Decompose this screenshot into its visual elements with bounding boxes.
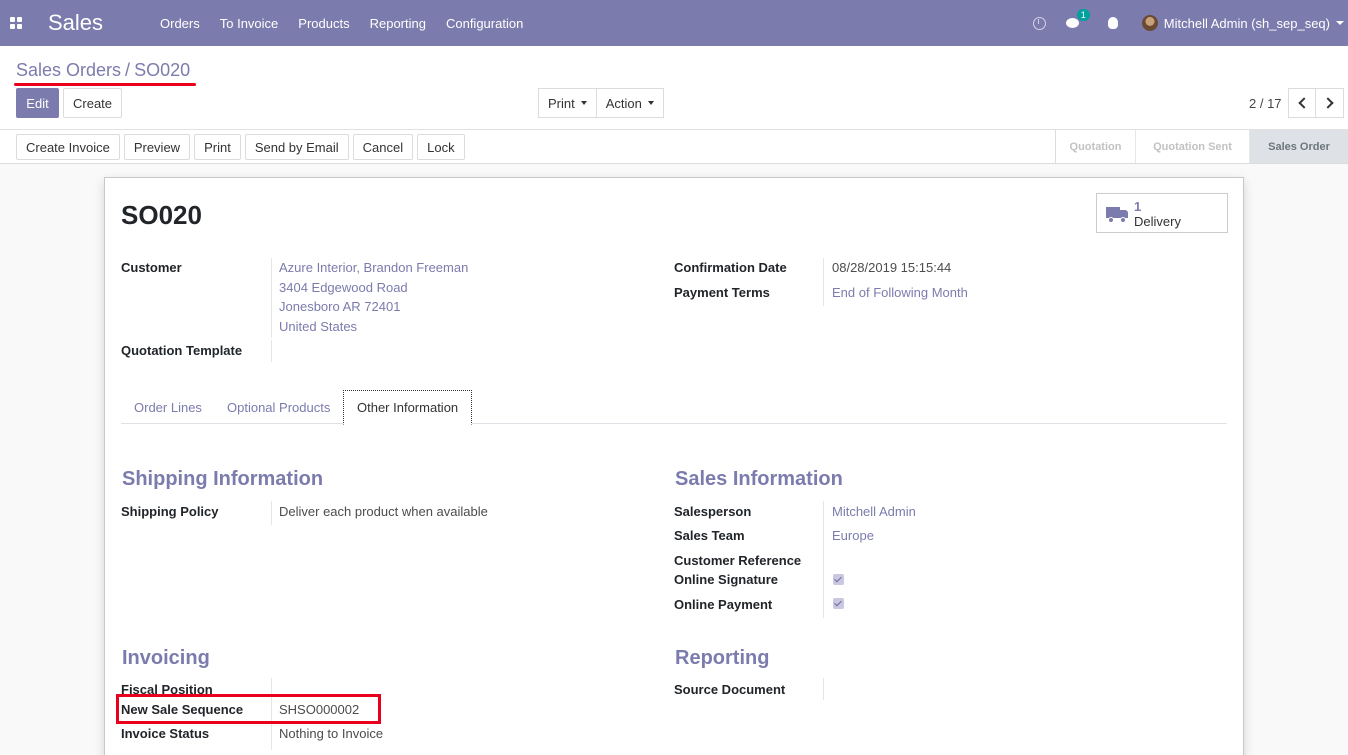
- create-button[interactable]: Create: [63, 88, 123, 118]
- source-document-label: Source Document: [674, 682, 786, 697]
- apps-grid-icon[interactable]: [10, 17, 22, 29]
- activity-clock-icon[interactable]: [1032, 16, 1046, 30]
- shipping-information-title: Shipping Information: [122, 468, 324, 490]
- statusbar: Create Invoice Preview Print Send by Ema…: [0, 130, 1348, 164]
- payment-terms-link[interactable]: End of Following Month: [832, 285, 968, 300]
- chat-badge: 1: [1076, 9, 1090, 21]
- invoice-status-label: Invoice Status: [121, 726, 210, 741]
- field-divider: [823, 258, 824, 306]
- menu-orders[interactable]: Orders: [160, 16, 200, 31]
- stage-quotation[interactable]: Quotation: [1056, 130, 1136, 163]
- chat-icon[interactable]: 1: [1065, 9, 1090, 29]
- chevron-right-icon: [1322, 97, 1334, 109]
- edit-button[interactable]: Edit: [16, 88, 59, 118]
- confirmation-date-value: 08/28/2019 15:15:44: [832, 260, 952, 275]
- create-invoice-button[interactable]: Create Invoice: [16, 134, 120, 160]
- invoice-status-value: Nothing to Invoice: [279, 726, 384, 741]
- confirmation-date-label: Confirmation Date: [674, 260, 787, 275]
- lock-button[interactable]: Lock: [417, 134, 465, 160]
- highlight-underline: [14, 83, 196, 86]
- customer-label: Customer: [121, 260, 182, 275]
- top-navbar: Sales Orders To Invoice Products Reporti…: [0, 0, 1348, 46]
- pager-next-button[interactable]: [1316, 88, 1344, 118]
- print-button[interactable]: Print: [194, 134, 241, 160]
- sales-team-label: Sales Team: [674, 528, 745, 543]
- chevron-left-icon: [1297, 97, 1310, 109]
- salesperson-link[interactable]: Mitchell Admin: [832, 504, 916, 519]
- customer-reference-label: Customer Reference: [674, 553, 802, 568]
- caret-down-icon: [647, 101, 654, 105]
- action-dropdown-label: Action: [605, 95, 642, 111]
- print-dropdown[interactable]: Print: [538, 88, 597, 118]
- preview-button[interactable]: Preview: [123, 134, 191, 160]
- app-name[interactable]: Sales: [48, 10, 103, 36]
- breadcrumb-current: SO020: [134, 60, 191, 80]
- stage-sales-order[interactable]: Sales Order: [1250, 130, 1348, 163]
- pager-previous-button[interactable]: [1288, 88, 1316, 118]
- user-menu[interactable]: Mitchell Admin (sh_sep_seq): [1164, 16, 1330, 31]
- cancel-button[interactable]: Cancel: [352, 134, 414, 160]
- status-buttons: Create Invoice Preview Print Send by Ema…: [16, 134, 469, 160]
- status-stages: Quotation Quotation Sent Sales Order: [1055, 130, 1348, 163]
- systray: 1 Mitchell Admin (sh_sep_seq): [1032, 0, 1348, 46]
- online-payment-label: Online Payment: [674, 597, 773, 612]
- sales-information-title: Sales Information: [675, 468, 843, 490]
- delivery-count: 1: [1134, 199, 1142, 214]
- tab-optional-products[interactable]: Optional Products: [227, 390, 330, 424]
- menu-reporting[interactable]: Reporting: [370, 16, 426, 31]
- field-divider: [271, 340, 272, 362]
- debug-bug-icon[interactable]: [1107, 17, 1118, 29]
- breadcrumb: Sales Orders / SO020: [16, 60, 190, 81]
- shipping-policy-label: Shipping Policy: [121, 504, 219, 519]
- pager-value[interactable]: 2 / 17: [1249, 96, 1282, 111]
- delivery-label: Delivery: [1134, 214, 1181, 229]
- field-divider: [271, 258, 272, 338]
- highlight-box: [116, 694, 381, 724]
- menu-to-invoice[interactable]: To Invoice: [220, 16, 279, 31]
- online-payment-checkbox[interactable]: [833, 598, 844, 609]
- online-signature-label: Online Signature: [674, 572, 779, 587]
- tab-order-lines[interactable]: Order Lines: [134, 390, 202, 424]
- print-action-group: Print Action: [538, 88, 664, 118]
- print-dropdown-label: Print: [548, 95, 575, 111]
- menu-products[interactable]: Products: [298, 16, 349, 31]
- reporting-title: Reporting: [675, 647, 770, 669]
- invoicing-title: Invoicing: [122, 647, 210, 669]
- record-title: SO020: [121, 200, 202, 230]
- user-avatar[interactable]: [1141, 15, 1158, 31]
- control-panel: Sales Orders / SO020 Edit Create Print Act…: [0, 46, 1348, 130]
- customer-address-city[interactable]: Jonesboro AR 72401: [279, 299, 400, 314]
- send-by-email-button[interactable]: Send by Email: [244, 134, 349, 160]
- online-signature-checkbox[interactable]: [833, 574, 844, 585]
- menu-configuration[interactable]: Configuration: [446, 16, 523, 31]
- field-divider: [823, 501, 824, 618]
- chevron-down-icon[interactable]: [1336, 21, 1344, 25]
- caret-down-icon: [580, 101, 587, 105]
- field-divider: [823, 678, 824, 700]
- notebook-tabs: Order Lines Optional Products Other Info…: [121, 390, 1227, 425]
- sales-team-link[interactable]: Europe: [832, 528, 874, 543]
- delivery-smart-button[interactable]: 1 Delivery: [1096, 193, 1228, 233]
- salesperson-label: Salesperson: [674, 504, 752, 519]
- tab-other-information[interactable]: Other Information: [343, 390, 473, 425]
- quotation-template-label: Quotation Template: [121, 343, 243, 358]
- truck-icon: [1106, 207, 1128, 223]
- customer-address-country[interactable]: United States: [279, 319, 357, 334]
- payment-terms-label: Payment Terms: [674, 285, 770, 300]
- main-menu: Orders To Invoice Products Reporting Con…: [160, 16, 543, 31]
- breadcrumb-separator: /: [125, 60, 131, 80]
- pager-buttons: [1288, 88, 1344, 118]
- action-dropdown[interactable]: Action: [596, 88, 664, 118]
- customer-address-street[interactable]: 3404 Edgewood Road: [279, 280, 408, 295]
- field-divider: [271, 501, 272, 525]
- form-sheet: 1 Delivery SO020 Customer Azure Interior…: [104, 177, 1244, 755]
- shipping-policy-value[interactable]: Deliver each product when available: [279, 504, 488, 519]
- customer-name-link[interactable]: Azure Interior, Brandon Freeman: [279, 260, 468, 275]
- stage-quotation-sent[interactable]: Quotation Sent: [1136, 130, 1250, 163]
- breadcrumb-sales-orders[interactable]: Sales Orders: [16, 60, 121, 80]
